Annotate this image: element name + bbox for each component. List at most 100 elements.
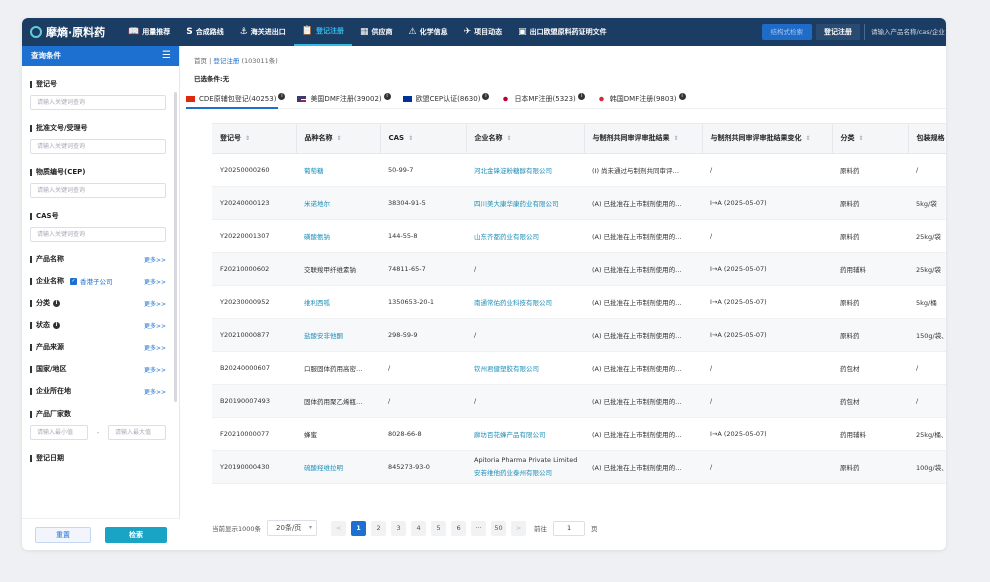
table-cell[interactable]: 米诺地尔 [296,186,380,220]
col-review-change[interactable]: 与制剂共同审评审批结果变化 ⇕ [702,124,833,154]
search-button[interactable]: 检索 [105,526,167,543]
nav-item-registration[interactable]: 📋 登记注册 [293,18,352,46]
info-icon[interactable]: i [383,92,391,100]
table-row[interactable]: F20210000602 交联羧甲纤维素钠 74811-65-7/(A) 已批准在上… [212,252,946,286]
table-row[interactable]: Y20240000123 米诺地尔 38304-91-5 四川美大康华康药业有限公司(… [212,186,946,220]
page-button[interactable]: 4 [411,520,427,536]
tab-jp-mf[interactable]: 日本MF注册(5323) i [501,92,585,104]
cep-no-input[interactable]: 请输入关键词查询 [30,183,166,198]
nav-item-project[interactable]: ✈ 项目动态 [456,18,511,46]
sort-icon[interactable]: ⇕ [408,135,413,142]
col-review-result[interactable]: 与制剂共同审评审批结果 ⇕ [584,124,703,154]
company-name-line[interactable]: 安若维他药业泰州有限公司 [474,468,584,478]
info-icon[interactable]: i [482,92,490,100]
col-cas[interactable]: CAS ⇕ [380,124,467,154]
page-button[interactable]: 5 [431,520,447,536]
book-icon: 📖 [128,27,140,37]
table-cell[interactable]: 河北金锋淀粉糖醇有限公司 [466,153,584,187]
global-search-input[interactable]: 请输入产品名称/cas/企业 [864,24,946,40]
table-row[interactable]: Y20250000260 葡萄糖 50-99-7 河北金锋淀粉糖醇有限公司 (I) 尚未… [212,153,946,187]
page-button[interactable]: 50 [491,520,507,536]
col-reg-no[interactable]: 登记号 ⇕ [212,124,297,154]
table-cell[interactable]: 钦州君健塑胶有限公司 [466,351,584,385]
table-row[interactable]: Y20190000430 硫酸羟维拉明 845273-93-0 Apitoria Ph… [212,450,946,484]
table-cell[interactable]: 四川美大康华康药业有限公司 [466,186,584,220]
mfr-max-input[interactable]: 请输入最大值 [108,425,166,440]
mfr-min-input[interactable]: 请输入最小值 [30,425,88,440]
tab-us-dmf[interactable]: 美国DMF注册(39002) i [297,92,391,104]
info-icon[interactable]: i [53,321,60,329]
more-link[interactable]: 更多>> [144,365,166,374]
nav-item-customs[interactable]: ⚓ 海关进出口 [232,18,294,46]
sort-icon[interactable]: ⇕ [859,135,864,142]
table-cell[interactable]: Ami Lifesciences Pvt Ltd [466,483,584,495]
sort-icon[interactable]: ⇕ [507,135,512,142]
more-link[interactable]: 更多>> [144,387,166,396]
table-row[interactable]: Y20230000952 维利西呱 1350653-20-1 南通常佑药业科技有限公司… [212,285,946,319]
nav-item-synthesis[interactable]: S 合成路线 [178,18,231,46]
tab-eu-cep[interactable]: 欧盟CEP认证(8630) i [402,92,490,104]
approval-no-input[interactable]: 请输入关键词查询 [30,139,166,154]
table-cell[interactable]: 盐酸安非他酮 [296,318,380,352]
sort-icon[interactable]: ⇕ [245,135,250,142]
col-company[interactable]: 企业名称 ⇕ [466,124,585,154]
prev-page-button[interactable]: < [331,520,347,536]
table-cell[interactable]: 葡萄糖 [296,153,380,187]
page-button[interactable]: 2 [371,520,387,536]
page-ellipsis[interactable]: ··· [471,520,487,536]
registration-dropdown[interactable]: 登记注册 [816,24,860,40]
table-cell[interactable]: Apitoria Pharma Private Limited 安若维他药业泰州有… [466,450,584,484]
table-row[interactable]: B20240000607 口服固体药用高密… / 钦州君健塑胶有限公司 (A) 已批准在… [212,351,946,385]
sort-icon[interactable]: ⇕ [337,135,342,142]
table-row[interactable]: B20190007493 固体药用聚乙烯瓶… / / (A) 已批准在上市制剂使用的… /… [212,384,946,418]
page-button[interactable]: 1 [351,520,367,536]
nav-item-eu-docs[interactable]: ▣ 出口欧盟原料药证明文件 [510,18,615,46]
more-link[interactable]: 更多>> [144,299,166,308]
info-icon[interactable]: i [577,92,585,100]
goto-page-input[interactable]: 1 [553,520,586,536]
sort-icon[interactable]: ⇕ [674,135,679,142]
table-cell[interactable]: 硫酸羟维拉明 [296,450,380,484]
table-cell[interactable]: 山东齐都药业有限公司 [466,219,584,253]
company-name-line[interactable]: Apitoria Pharma Private Limited [474,456,577,464]
structure-search-button[interactable]: 结构式检索 [761,24,812,40]
breadcrumb-home[interactable]: 首页 [194,57,207,65]
table-cell[interactable]: 盐酸伐地那非 [296,483,380,495]
col-product[interactable]: 品种名称 ⇕ [296,124,381,154]
sort-icon[interactable]: ⇕ [806,135,811,142]
table-cell[interactable]: 磺酸氨钠 [296,219,380,253]
table-row[interactable]: F20210000077 蜂蜜 8028-66-8 廊坊百花蜂产品有限公司 (A) 已批… [212,417,946,451]
reset-button[interactable]: 重置 [35,526,91,543]
nav-item-chem[interactable]: ⚠ 化学信息 [401,18,456,46]
info-icon[interactable]: i [53,299,60,307]
hk-subsidiary-label[interactable]: 香港子公司 [80,276,113,286]
nav-item-supplier[interactable]: ▦ 供应商 [352,18,401,46]
table-row[interactable]: Y20250000271盐酸伐地那非175581-38-0Ami Lifesci… [212,483,946,495]
reg-no-input[interactable]: 请输入关键词查询 [30,95,166,110]
checkbox-icon[interactable]: ✓ [70,277,77,285]
info-icon[interactable]: i [278,92,286,100]
page-size-select[interactable]: 20条/页 ▾ [267,520,318,536]
info-icon[interactable]: i [678,92,686,100]
next-page-button[interactable]: > [511,520,527,536]
col-category[interactable]: 分类 ⇕ [832,124,909,154]
table-cell[interactable]: 维利西呱 [296,285,380,319]
menu-icon[interactable]: ☰ [162,46,171,66]
more-link[interactable]: 更多>> [144,255,166,264]
tab-cde[interactable]: CDE原辅包登记(40253) i [186,92,286,104]
tab-kr-dmf[interactable]: 韩国DMF注册(9803) i [596,92,686,104]
table-cell[interactable]: 南通常佑药业科技有限公司 [466,285,584,319]
page-button[interactable]: 3 [391,520,407,536]
more-link[interactable]: 更多>> [144,277,166,286]
table-row[interactable]: Y20210000877 盐酸安非他酮 298-59-9/(A) 已批准在上市制剂使… [212,318,946,352]
table-row[interactable]: Y20220001307 磺酸氨钠 144-55-8 山东齐都药业有限公司 (A) 已批… [212,219,946,253]
brand-logo[interactable]: 摩熵·原料药 [22,24,120,40]
more-link[interactable]: 更多>> [144,321,166,330]
nav-item-usage[interactable]: 📖 用量推荐 [120,18,178,46]
col-label: 企业名称 [474,134,503,143]
more-link[interactable]: 更多>> [144,343,166,352]
page-button[interactable]: 6 [451,520,467,536]
table-cell[interactable]: 廊坊百花蜂产品有限公司 [466,417,584,451]
cas-input[interactable]: 请输入关键词查询 [30,227,166,242]
sidebar-scrollbar[interactable] [174,92,177,402]
